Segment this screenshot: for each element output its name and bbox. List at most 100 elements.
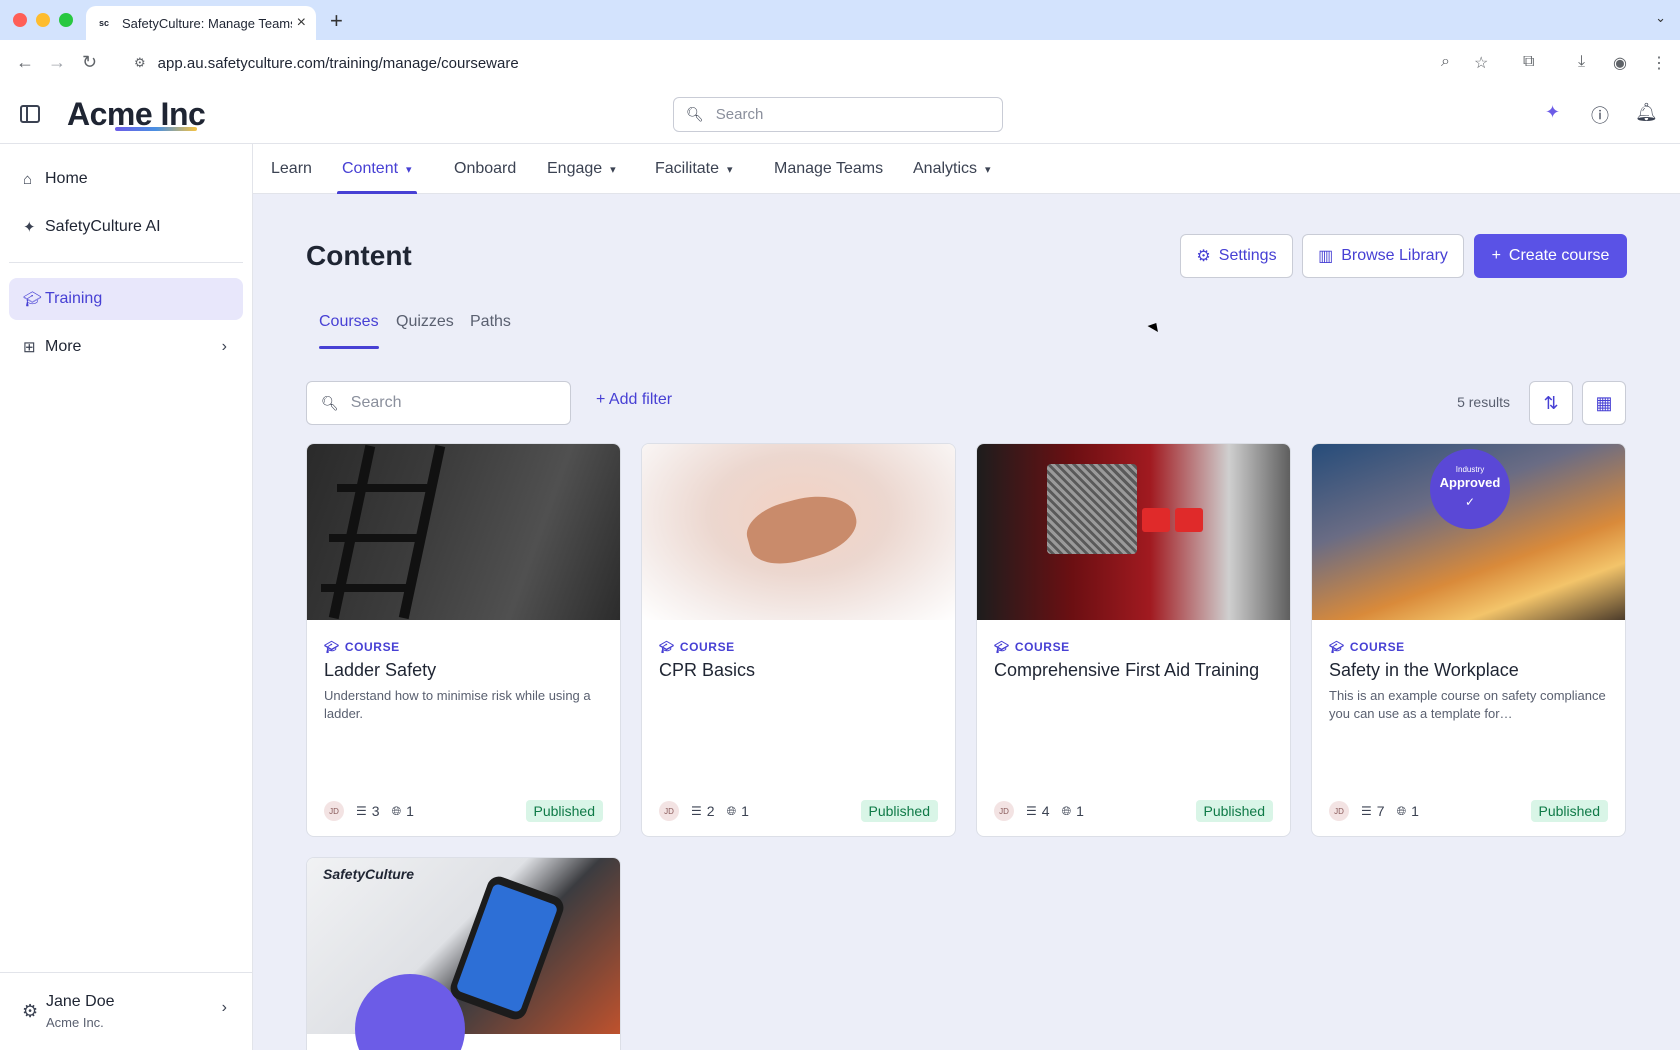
- new-tab-icon[interactable]: +: [330, 8, 343, 34]
- course-description: This is an example course on safety comp…: [1329, 688, 1606, 721]
- chevron-down-icon: ▾: [985, 163, 991, 176]
- lesson-count-value: 3: [371, 803, 380, 819]
- course-footer: JD ☰ 3 🌐︎ 1 Published: [324, 799, 603, 823]
- avatar: JD: [324, 801, 344, 821]
- safetyculture-logo: SafetyCulture: [323, 866, 415, 882]
- create-course-button[interactable]: + Create course: [1474, 234, 1627, 278]
- plus-icon: +: [596, 391, 609, 408]
- browser-tab[interactable]: sc SafetyCulture: Manage Teams ×: [86, 6, 316, 40]
- check-icon: ✓: [1464, 495, 1476, 509]
- browser-toolbar: ← → ↻ ⚙ app.au.safetyculture.com/trainin…: [0, 40, 1680, 86]
- ai-sparkle-icon[interactable]: ✦: [1545, 102, 1560, 123]
- course-title: CPR Basics: [659, 660, 756, 680]
- back-icon[interactable]: ←: [16, 52, 34, 72]
- course-card[interactable]: 🎓︎ COURSE Comprehensive First Aid Trainin…: [976, 443, 1291, 837]
- gear-icon: ⚙: [22, 1001, 39, 1021]
- table-icon: ▦: [1595, 392, 1613, 413]
- graduation-cap-icon: 🎓︎: [1329, 640, 1345, 654]
- language-count: 🌐︎ 1: [1397, 803, 1419, 819]
- browser-menu-icon[interactable]: ⋮: [1651, 53, 1667, 73]
- course-thumbnail: [642, 444, 955, 620]
- sidebar-item-more[interactable]: ⊞ More ›: [9, 326, 243, 368]
- nav-onboard[interactable]: Onboard: [454, 144, 516, 194]
- profile-icon[interactable]: ◉: [1613, 53, 1627, 73]
- chevron-right-icon: ›: [221, 338, 227, 355]
- forward-icon[interactable]: →: [48, 52, 66, 72]
- tab-paths[interactable]: Paths: [470, 313, 511, 349]
- course-description: [994, 687, 1279, 723]
- sidebar-item-home[interactable]: ⌂ Home: [9, 158, 243, 200]
- table-view-button[interactable]: ▦: [1582, 381, 1626, 425]
- course-card[interactable]: 🎓︎ COURSE Ladder Safety Understand how to…: [306, 443, 621, 837]
- course-thumbnail: [307, 444, 620, 620]
- bookmark-star-icon[interactable]: ☆: [1474, 53, 1488, 73]
- results-count: 5 results: [1457, 394, 1510, 410]
- favicon-icon: sc: [98, 18, 109, 28]
- tab-quizzes[interactable]: Quizzes: [396, 313, 454, 349]
- settings-button[interactable]: ⚙ Settings: [1180, 234, 1293, 278]
- course-footer: JD ☰ 4 🌐︎ 1 Published: [994, 799, 1273, 823]
- user-menu[interactable]: ⚙ Jane Doe Acme Inc. ›: [0, 972, 253, 1050]
- lesson-count: ☰ 4: [1026, 803, 1050, 819]
- nav-learn[interactable]: Learn: [271, 144, 312, 194]
- course-card[interactable]: 🎓︎ COURSE CPR Basics JD ☰ 2 🌐︎ 1 Published: [641, 443, 956, 837]
- zoom-icon[interactable]: ⌕: [1441, 53, 1450, 71]
- nav-engage[interactable]: Engage ▾: [547, 144, 616, 194]
- download-icon[interactable]: ⤓: [1578, 53, 1585, 71]
- list-icon: ☰: [691, 804, 702, 818]
- sidebar-item-label: More: [45, 338, 82, 355]
- browse-library-button[interactable]: ▥ Browse Library: [1302, 234, 1464, 278]
- nav-manage-teams[interactable]: Manage Teams: [774, 144, 883, 194]
- chevron-right-icon: ›: [221, 999, 227, 1016]
- sidebar-item-label: Training: [45, 290, 103, 307]
- sidebar-item-label: Home: [45, 170, 88, 187]
- global-search[interactable]: 🔍︎: [673, 97, 1003, 132]
- tab-close-icon[interactable]: ×: [297, 14, 306, 32]
- sidebar-toggle-icon[interactable]: [20, 105, 40, 123]
- nav-analytics[interactable]: Analytics ▾: [913, 144, 991, 194]
- course-thumbnail: [977, 444, 1290, 620]
- site-info-icon[interactable]: ⚙: [134, 55, 146, 71]
- help-icon[interactable]: ⓘ: [1591, 102, 1609, 128]
- url-text: app.au.safetyculture.com/training/manage…: [157, 54, 519, 72]
- sparkle-icon: ✦: [23, 219, 36, 236]
- course-card[interactable]: SafetyCulture: [306, 857, 621, 1050]
- course-kind: 🎓︎ COURSE: [324, 640, 400, 654]
- sort-button[interactable]: ⇅: [1529, 381, 1573, 425]
- window-minimize-button[interactable]: [36, 13, 50, 27]
- industry-approved-badge: Industry Approved ✓: [1430, 449, 1510, 529]
- badge-line2: Approved: [1439, 475, 1501, 490]
- status-badge: Published: [525, 800, 603, 822]
- address-bar[interactable]: ⚙ app.au.safetyculture.com/training/mana…: [120, 46, 1456, 80]
- list-icon: ☰: [356, 804, 367, 818]
- nav-facilitate[interactable]: Facilitate ▾: [655, 144, 733, 194]
- course-title: Ladder Safety: [324, 660, 437, 680]
- kind-label: COURSE: [344, 640, 400, 654]
- sidebar-divider: [9, 262, 243, 263]
- nav-label: Content: [342, 160, 399, 177]
- course-card[interactable]: Industry Approved ✓ 🎓︎ COURSE Safety in t…: [1311, 443, 1626, 837]
- global-search-input[interactable]: [715, 106, 986, 123]
- course-search-input[interactable]: [350, 394, 561, 412]
- sidebar-item-safetyculture-ai[interactable]: ✦ SafetyCulture AI: [9, 206, 243, 248]
- window-zoom-button[interactable]: [59, 13, 73, 27]
- window-close-button[interactable]: [13, 13, 27, 27]
- add-filter-button[interactable]: + Add filter: [596, 391, 672, 409]
- button-label: Settings: [1218, 247, 1277, 264]
- tab-search-chevron-icon[interactable]: ⌄: [1655, 10, 1666, 26]
- nav-content[interactable]: Content ▾: [337, 144, 417, 194]
- notifications-bell-icon[interactable]: 🔔︎: [1635, 102, 1658, 123]
- avatar: JD: [659, 801, 679, 821]
- sidebar-item-training[interactable]: 🎓︎ Training: [9, 278, 243, 320]
- search-icon: 🔍︎: [686, 106, 704, 122]
- nav-label: Engage: [547, 160, 603, 177]
- extensions-icon[interactable]: ⧉: [1523, 53, 1534, 71]
- nav-label: Onboard: [454, 160, 517, 177]
- tab-courses[interactable]: Courses: [319, 313, 379, 349]
- reload-icon[interactable]: ↻: [82, 52, 97, 72]
- course-search[interactable]: 🔍︎: [306, 381, 571, 425]
- chevron-down-icon: ▾: [610, 163, 616, 176]
- kind-label: COURSE: [679, 640, 735, 654]
- course-kind: 🎓︎ COURSE: [994, 640, 1070, 654]
- language-count-value: 1: [406, 803, 414, 819]
